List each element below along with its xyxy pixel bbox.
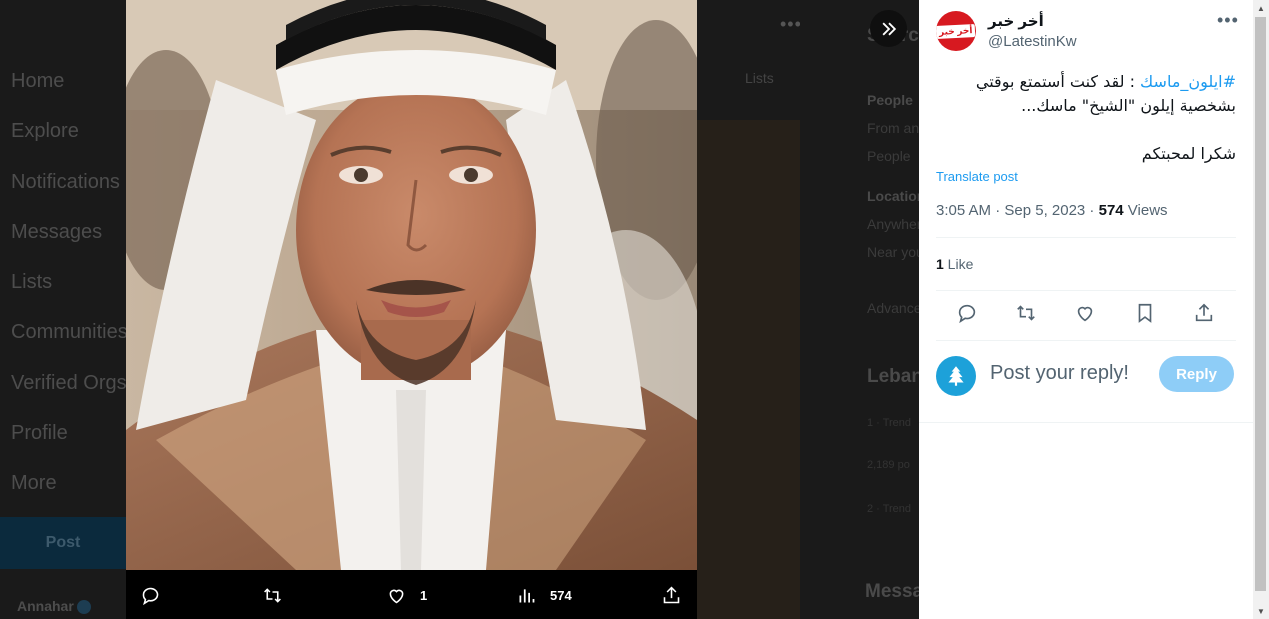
bookmark-button[interactable]: [1134, 302, 1156, 324]
post-views-label: Views: [1123, 202, 1168, 219]
media-action-bar: 1 574: [126, 570, 697, 619]
post-text: #ايلون_ماسك : لقد كنت أستمتع بوقتي بشخصي…: [936, 70, 1236, 166]
photo-illustration: [126, 0, 697, 570]
collapse-panel-button[interactable]: [870, 10, 907, 47]
bg-people-you-follow: People: [867, 148, 911, 164]
post-detail-panel: أخر خبر أخر خبر @LatestinKw ••• #ايلون_م…: [919, 0, 1253, 619]
bg-trend-1: 1 · Trend: [867, 417, 912, 429]
translate-post-link[interactable]: Translate post: [936, 169, 1018, 184]
views-icon: [519, 588, 535, 602]
bg-account: Annahar: [17, 598, 91, 615]
reply-icon: [958, 304, 976, 324]
repost-button[interactable]: [1015, 302, 1037, 324]
heart-icon: [1077, 306, 1093, 322]
likes-label: Like: [943, 256, 974, 272]
like-button[interactable]: [1074, 302, 1096, 324]
more-options-icon[interactable]: •••: [1217, 10, 1239, 31]
repost-icon: [1017, 305, 1035, 321]
avatar-logo-text: أخر خبر: [936, 23, 976, 39]
share-icon: [1195, 303, 1213, 322]
post-action-row: [936, 302, 1236, 326]
user-avatar[interactable]: [936, 356, 976, 396]
media-repost-button[interactable]: [262, 584, 283, 606]
reply-input[interactable]: Post your reply!: [990, 362, 1129, 385]
bg-nav-home: Home: [11, 70, 65, 92]
media-share-button[interactable]: [661, 584, 682, 606]
bg-near-you: Near you: [867, 244, 924, 260]
heart-icon: [389, 589, 404, 603]
bg-right-column: Search People From an People Location An…: [800, 0, 956, 619]
media-views-count: 574: [550, 587, 572, 603]
media-like-button[interactable]: 1: [386, 584, 427, 606]
image-viewer-stage: Home Explore Notifications Messages List…: [0, 0, 1269, 619]
bg-nav-verified-orgs: Verified Orgs: [11, 372, 127, 394]
cedar-tree-icon: [948, 366, 964, 386]
bg-nav-more: More: [11, 472, 57, 494]
bg-nav-explore: Explore: [11, 120, 79, 142]
verified-badge-icon: [76, 600, 91, 615]
post-timestamp[interactable]: 3:05 AM · Sep 5, 2023 ·: [936, 202, 1099, 219]
bookmark-icon: [1138, 303, 1152, 323]
post-text-line1: : لقد كنت أستمتع بوقتي: [975, 72, 1141, 91]
bg-nav-profile: Profile: [11, 422, 68, 444]
post-text-line3: شكرا لمحبتكم: [1141, 144, 1236, 163]
divider: [936, 290, 1236, 291]
author-handle[interactable]: @LatestinKw: [988, 33, 1077, 50]
repost-icon: [264, 587, 281, 603]
reply-button[interactable]: [956, 302, 978, 324]
bg-nav-messages: Messages: [11, 221, 103, 243]
divider: [936, 237, 1236, 238]
bg-media-strip: [697, 120, 802, 619]
share-icon: [663, 586, 680, 603]
post-views-count: 574: [1098, 202, 1124, 219]
bg-nav-notifications: Notifications: [11, 171, 120, 193]
post-meta: 3:05 AM · Sep 5, 2023 · 574 Views: [936, 202, 1168, 219]
double-chevron-right-icon: [882, 22, 896, 35]
reply-composer: Post your reply! Reply: [919, 340, 1253, 423]
author-avatar[interactable]: أخر خبر: [936, 11, 976, 51]
post-text-line2: بشخصية إيلون "الشيخ" ماسك...: [1021, 96, 1236, 115]
bg-nav-lists: Lists: [11, 271, 53, 293]
reply-icon: [142, 587, 159, 605]
hashtag-link[interactable]: #ايلون_ماسك: [1140, 72, 1236, 91]
bg-trend-count: 2,189 po: [867, 459, 910, 471]
bg-more-icon: •••: [780, 14, 802, 34]
bg-post-button: Post: [0, 517, 126, 569]
likes-summary[interactable]: 1 Like: [936, 256, 973, 272]
panel-scrollbar[interactable]: ▲ ▼: [1253, 0, 1269, 619]
bg-lists-tab: Lists: [745, 70, 774, 86]
scrollbar-thumb[interactable]: [1255, 17, 1266, 591]
scroll-up-arrow-icon[interactable]: ▲: [1253, 0, 1269, 16]
post-photo[interactable]: [126, 0, 697, 570]
bg-from-anyone: From an: [867, 120, 920, 136]
bg-account-name: Annahar: [17, 598, 74, 614]
reply-submit-button[interactable]: Reply: [1159, 356, 1234, 392]
bg-nav-communities: Communities: [11, 321, 128, 343]
bg-location-label: Location: [867, 188, 926, 204]
author-display-name[interactable]: أخر خبر: [988, 12, 1044, 30]
scroll-down-arrow-icon[interactable]: ▼: [1253, 603, 1269, 619]
share-button[interactable]: [1193, 302, 1215, 324]
bg-people-label: People: [867, 92, 913, 108]
media-views-button[interactable]: 574: [516, 584, 572, 606]
likes-count: 1: [936, 256, 944, 272]
bg-trend-2: 2 · Trend: [867, 503, 912, 515]
media-reply-button[interactable]: [140, 584, 161, 606]
media-like-count: 1: [420, 587, 428, 603]
